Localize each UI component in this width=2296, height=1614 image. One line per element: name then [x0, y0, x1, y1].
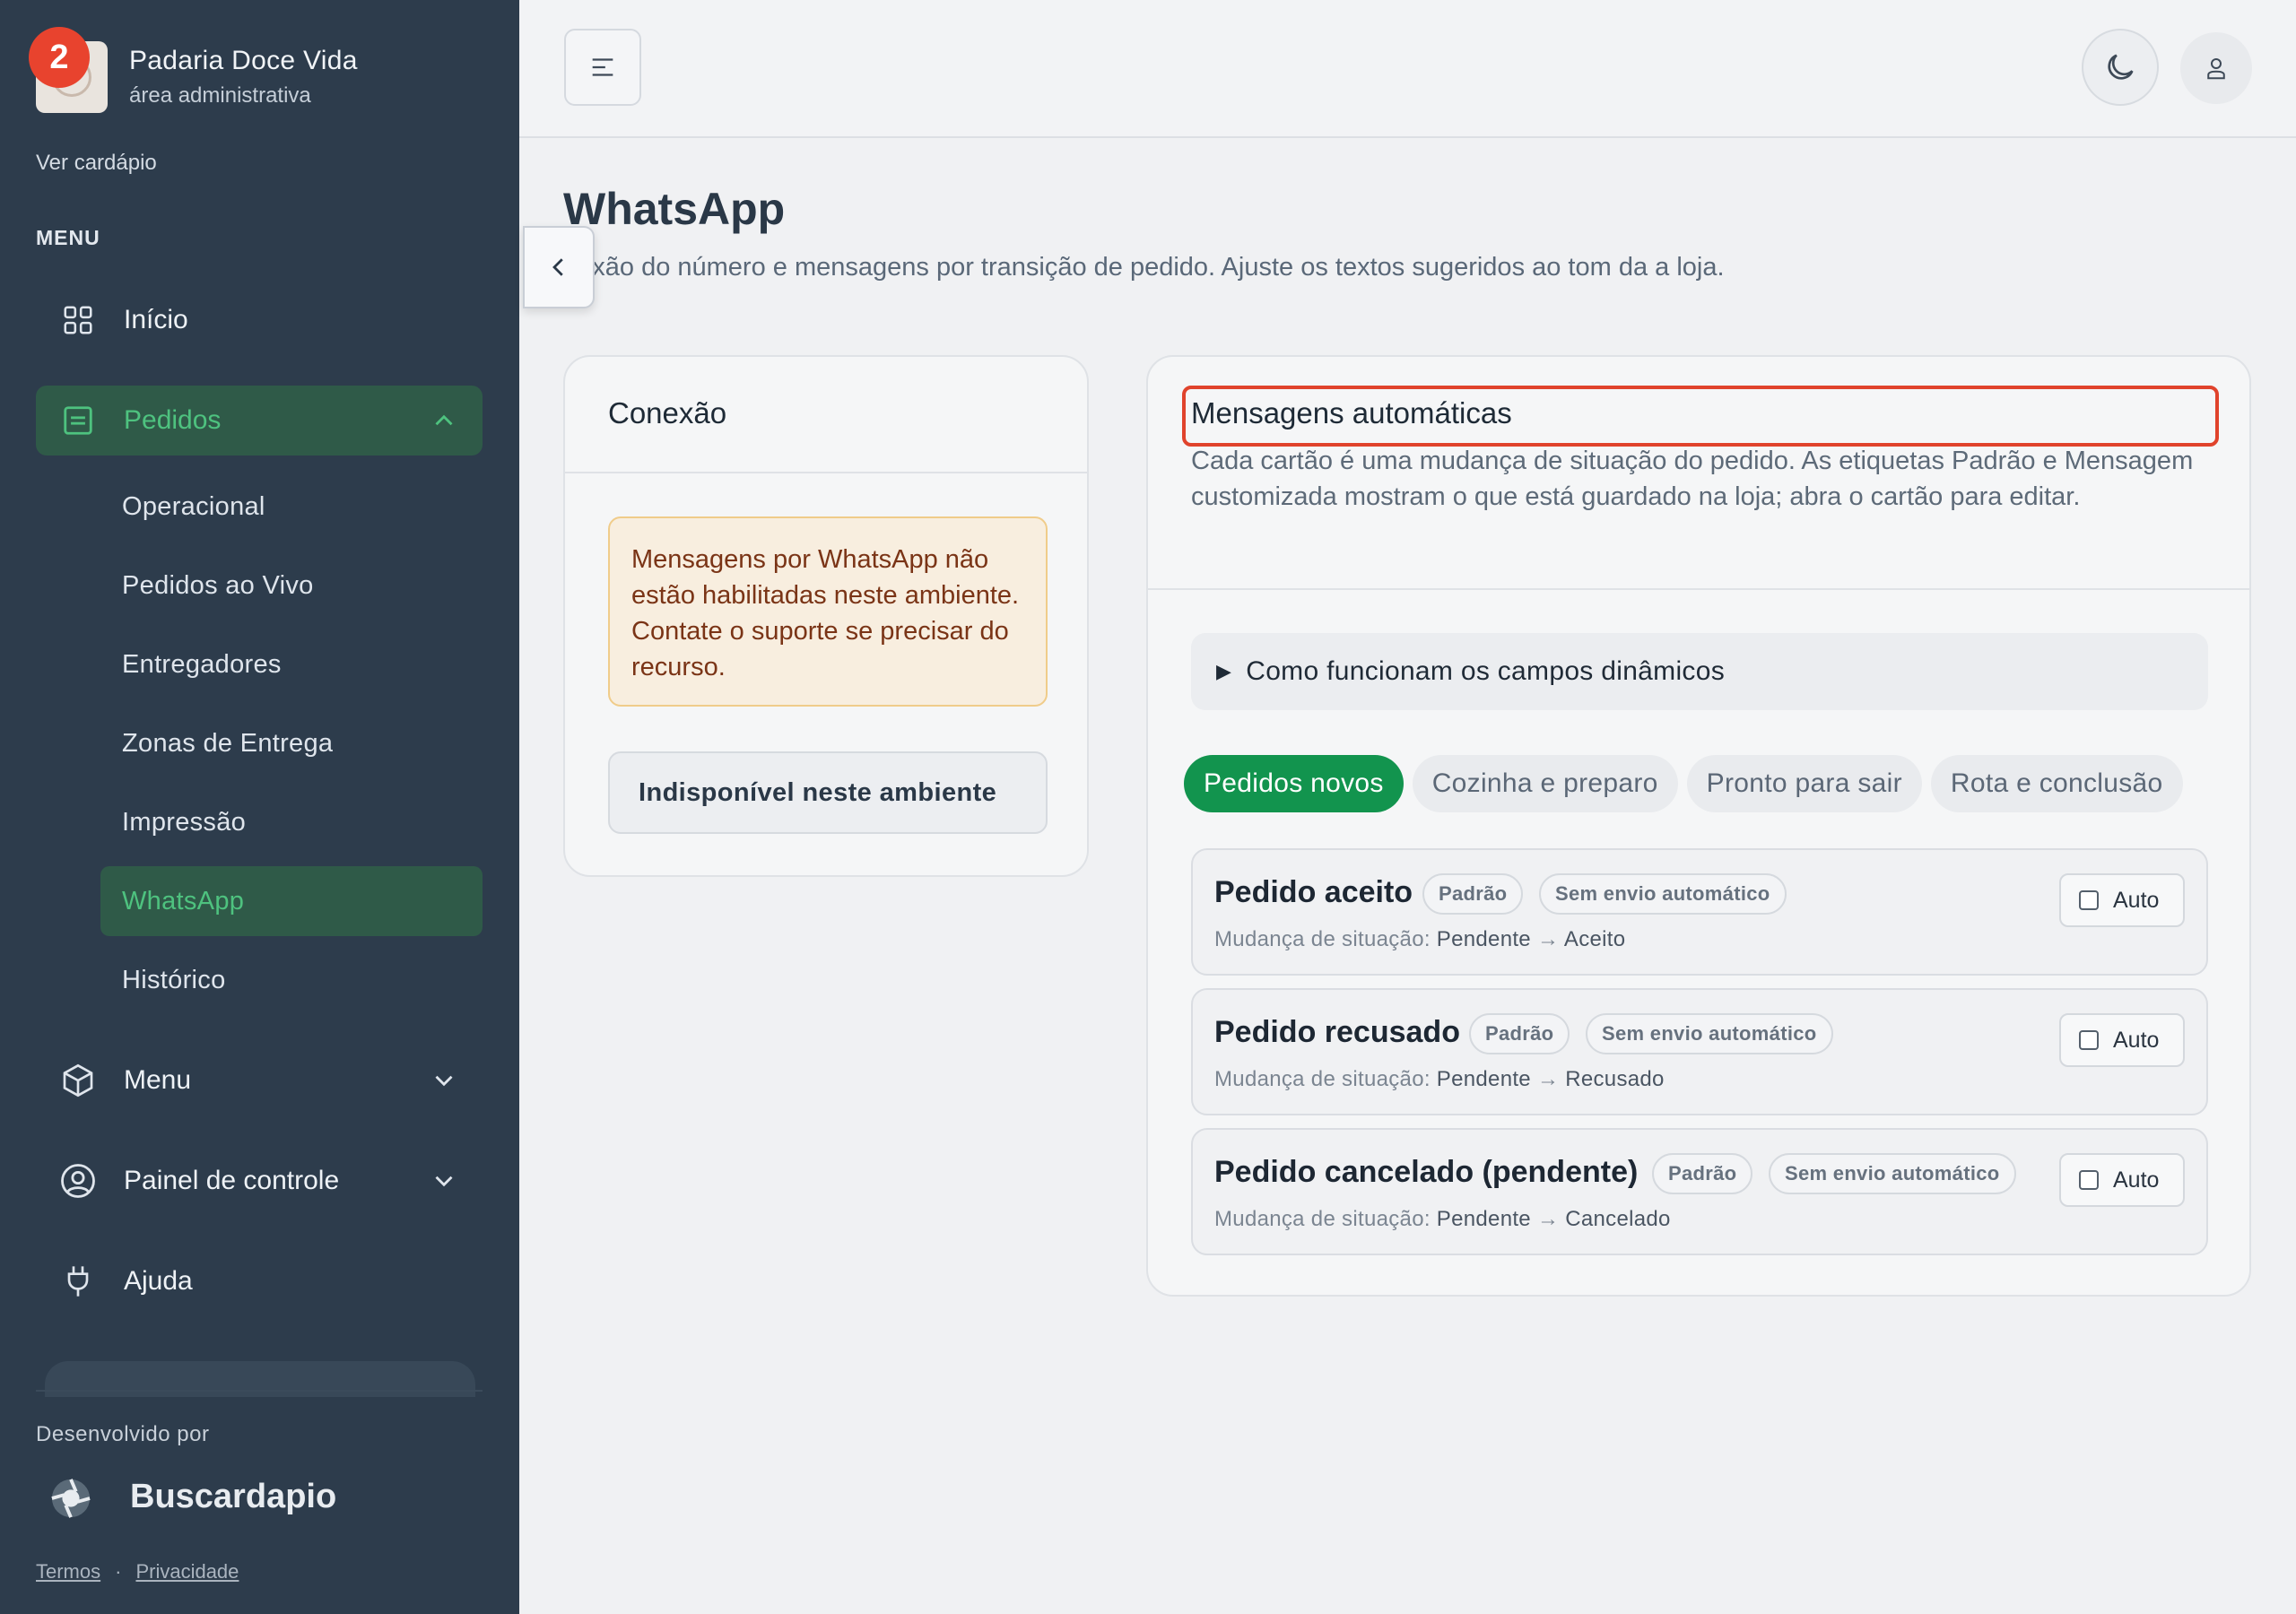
store-subtitle: área administrativa	[129, 83, 311, 108]
details-summary: Como funcionam os campos dinâmicos	[1246, 656, 1725, 686]
plug-icon	[59, 1263, 97, 1300]
connection-card: Conexão Mensagens por WhatsApp não estão…	[563, 355, 1089, 877]
tab-cozinha-e-preparo[interactable]: Cozinha e preparo	[1412, 755, 1678, 812]
sidebar-item-inicio[interactable]: Início	[36, 285, 483, 355]
tab-pronto-para-sair[interactable]: Pronto para sair	[1686, 755, 1922, 812]
sidebar: 2 Padaria Doce Vida área administrativa …	[0, 0, 519, 1614]
theme-toggle-button[interactable]	[2082, 29, 2159, 106]
sidebar-item-painel[interactable]: Painel de controle	[36, 1146, 483, 1216]
card-divider	[565, 472, 1087, 473]
triangle-right-icon: ▶	[1216, 660, 1232, 682]
page-title: WhatsApp	[563, 184, 786, 234]
developed-by-label: Desenvolvido por	[36, 1422, 210, 1446]
sidebar-item-label: Início	[124, 305, 188, 334]
chevron-left-icon	[552, 258, 563, 276]
auto-checkbox[interactable]	[2079, 1170, 2099, 1190]
auto-toggle[interactable]: Auto	[2059, 1153, 2185, 1207]
default-badge: Padrão	[1469, 1013, 1570, 1054]
sidebar-divider	[36, 1390, 483, 1392]
warning-alert: Mensagens por WhatsApp não estão habilit…	[608, 516, 1048, 707]
notification-badge[interactable]: 2	[29, 27, 90, 88]
user-circle-icon	[59, 1162, 97, 1200]
sidebar-subitem-whatsapp[interactable]: WhatsApp	[100, 866, 483, 936]
messages-card: Mensagens automáticas Cada cartão é uma …	[1146, 355, 2251, 1297]
menu-toggle-button[interactable]	[564, 29, 641, 106]
sidebar-subitem-zonas-de-entrega[interactable]: Zonas de Entrega	[100, 708, 483, 778]
sidebar-item-label: Painel de controle	[124, 1166, 340, 1195]
scroll-fade	[45, 1361, 475, 1397]
list-icon	[59, 402, 97, 439]
sidebar-item-pedidos[interactable]: Pedidos	[36, 386, 483, 456]
tab-pedidos-novos[interactable]: Pedidos novos	[1184, 755, 1404, 812]
sidebar-subitem-historico[interactable]: Histórico	[100, 945, 483, 1015]
sidebar-item-menu[interactable]: Menu	[36, 1046, 483, 1115]
user-menu-button[interactable]	[2180, 32, 2252, 104]
sidebar-subitem-operacional[interactable]: Operacional	[100, 472, 483, 542]
user-icon	[2207, 58, 2225, 80]
messages-card-title: Mensagens automáticas	[1191, 396, 1512, 430]
developer-logo-icon	[51, 1479, 91, 1518]
topbar	[519, 0, 2296, 138]
messages-description: Cada cartão é uma mudança de situação do…	[1191, 447, 2194, 511]
auto-checkbox[interactable]	[2079, 890, 2099, 910]
tab-rota-e-conclusao[interactable]: Rota e conclusão	[1930, 755, 2183, 812]
default-badge: Padrão	[1652, 1153, 1753, 1194]
auto-checkbox[interactable]	[2079, 1030, 2099, 1050]
menu-section-label: MENU	[36, 226, 100, 249]
auto-toggle[interactable]: Auto	[2059, 1013, 2185, 1067]
unavailable-button[interactable]: Indisponível neste ambiente	[608, 751, 1048, 834]
terms-link[interactable]: Termos	[36, 1560, 100, 1583]
no-auto-send-badge: Sem envio automático	[1539, 873, 1787, 915]
no-auto-send-badge: Sem envio automático	[1769, 1153, 2016, 1194]
order-message-title: Pedido cancelado (pendente)	[1214, 1155, 1639, 1189]
status-change-text: Mudança de situação: Pendente → Cancelad…	[1214, 1207, 1671, 1231]
legal-links: Termos · Privacidade	[36, 1560, 239, 1583]
moon-icon	[2108, 54, 2134, 80]
sidebar-subitem-pedidos-ao-vivo[interactable]: Pedidos ao Vivo	[100, 551, 483, 620]
status-change-text: Mudança de situação: Pendente → Recusado	[1214, 1067, 1665, 1091]
order-message-card[interactable]: Pedido cancelado (pendente) Padrão Sem e…	[1191, 1128, 2208, 1255]
view-menu-link[interactable]: Ver cardápio	[36, 151, 157, 176]
order-message-title: Pedido aceito	[1214, 875, 1413, 909]
developer-name[interactable]: Buscardapio	[130, 1478, 336, 1516]
status-tabs: Pedidos novos Cozinha e preparo Pronto p…	[1184, 755, 2192, 812]
sidebar-item-ajuda[interactable]: Ajuda	[36, 1246, 483, 1316]
status-change-text: Mudança de situação: Pendente → Aceito	[1214, 927, 1626, 951]
sidebar-item-label: Menu	[124, 1065, 192, 1095]
dynamic-fields-details[interactable]: ▶ Como funcionam os campos dinâmicos	[1191, 633, 2208, 710]
order-message-card[interactable]: Pedido recusado Padrão Sem envio automát…	[1191, 988, 2208, 1115]
box-icon	[59, 1062, 97, 1099]
auto-toggle[interactable]: Auto	[2059, 873, 2185, 927]
order-message-title: Pedido recusado	[1214, 1015, 1460, 1049]
order-message-card[interactable]: Pedido aceito Padrão Sem envio automátic…	[1191, 848, 2208, 976]
store-name: Padaria Doce Vida	[129, 46, 358, 75]
sidebar-subitem-entregadores[interactable]: Entregadores	[100, 629, 483, 699]
chevron-down-icon	[435, 1176, 453, 1187]
menu-lines-icon	[592, 58, 613, 76]
sidebar-collapse-button[interactable]	[523, 226, 595, 308]
card-divider	[1148, 588, 2249, 590]
page-description: nexão do número e mensagens por transiçã…	[563, 253, 1725, 282]
connection-card-title: Conexão	[608, 396, 727, 430]
no-auto-send-badge: Sem envio automático	[1586, 1013, 1833, 1054]
sidebar-subitem-impressao[interactable]: Impressão	[100, 787, 483, 857]
privacy-link[interactable]: Privacidade	[135, 1560, 239, 1583]
chevron-down-icon	[435, 1075, 453, 1087]
chevron-up-icon	[435, 414, 453, 426]
grid-icon	[59, 301, 97, 339]
default-badge: Padrão	[1422, 873, 1524, 915]
sidebar-item-label: Pedidos	[124, 405, 222, 435]
sidebar-item-label: Ajuda	[124, 1266, 193, 1296]
